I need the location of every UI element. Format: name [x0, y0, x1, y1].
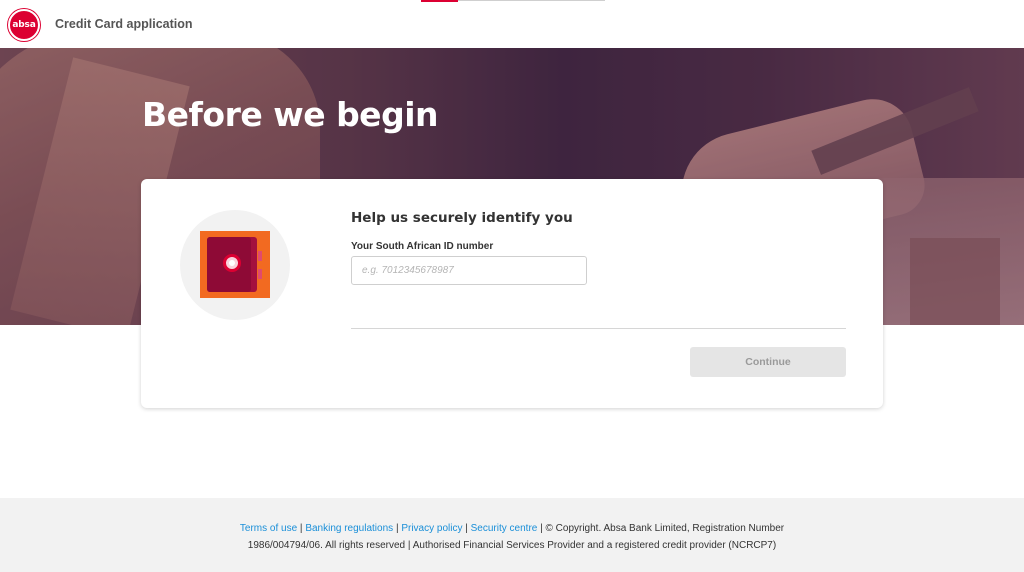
divider [351, 328, 846, 329]
footer-line-2: 1986/004794/06. All rights reserved | Au… [247, 540, 777, 551]
logo-text: absa [12, 20, 36, 30]
absa-logo[interactable]: absa [8, 9, 40, 41]
id-number-label: Your South African ID number [351, 241, 494, 252]
footer-separator: | [299, 523, 303, 534]
page-title: Before we begin [142, 95, 439, 134]
footer-separator: | [395, 523, 399, 534]
illustration-circle [180, 210, 290, 320]
id-number-input[interactable] [351, 256, 587, 285]
terms-of-use-link[interactable]: Terms of use [240, 523, 297, 534]
identify-card: Help us securely identify you Your South… [141, 179, 883, 408]
continue-button[interactable]: Continue [690, 347, 846, 377]
header: absa Credit Card application [0, 0, 1024, 48]
copyright-text: © Copyright. Absa Bank Limited, Registra… [545, 523, 785, 534]
footer-separator: | [465, 523, 468, 534]
safe-icon [200, 231, 270, 298]
footer-line-1: Terms of use | Banking regulations | Pri… [0, 523, 1024, 534]
footer-separator: | [540, 523, 543, 534]
progress-bar [421, 0, 605, 2]
footer: Terms of use | Banking regulations | Pri… [0, 498, 1024, 572]
privacy-policy-link[interactable]: Privacy policy [401, 523, 462, 534]
progress-bar-fill [421, 0, 458, 2]
app-title: Credit Card application [55, 17, 193, 31]
safe-dial [223, 254, 241, 272]
banking-regulations-link[interactable]: Banking regulations [305, 523, 393, 534]
card-heading: Help us securely identify you [351, 210, 573, 226]
security-centre-link[interactable]: Security centre [471, 523, 538, 534]
